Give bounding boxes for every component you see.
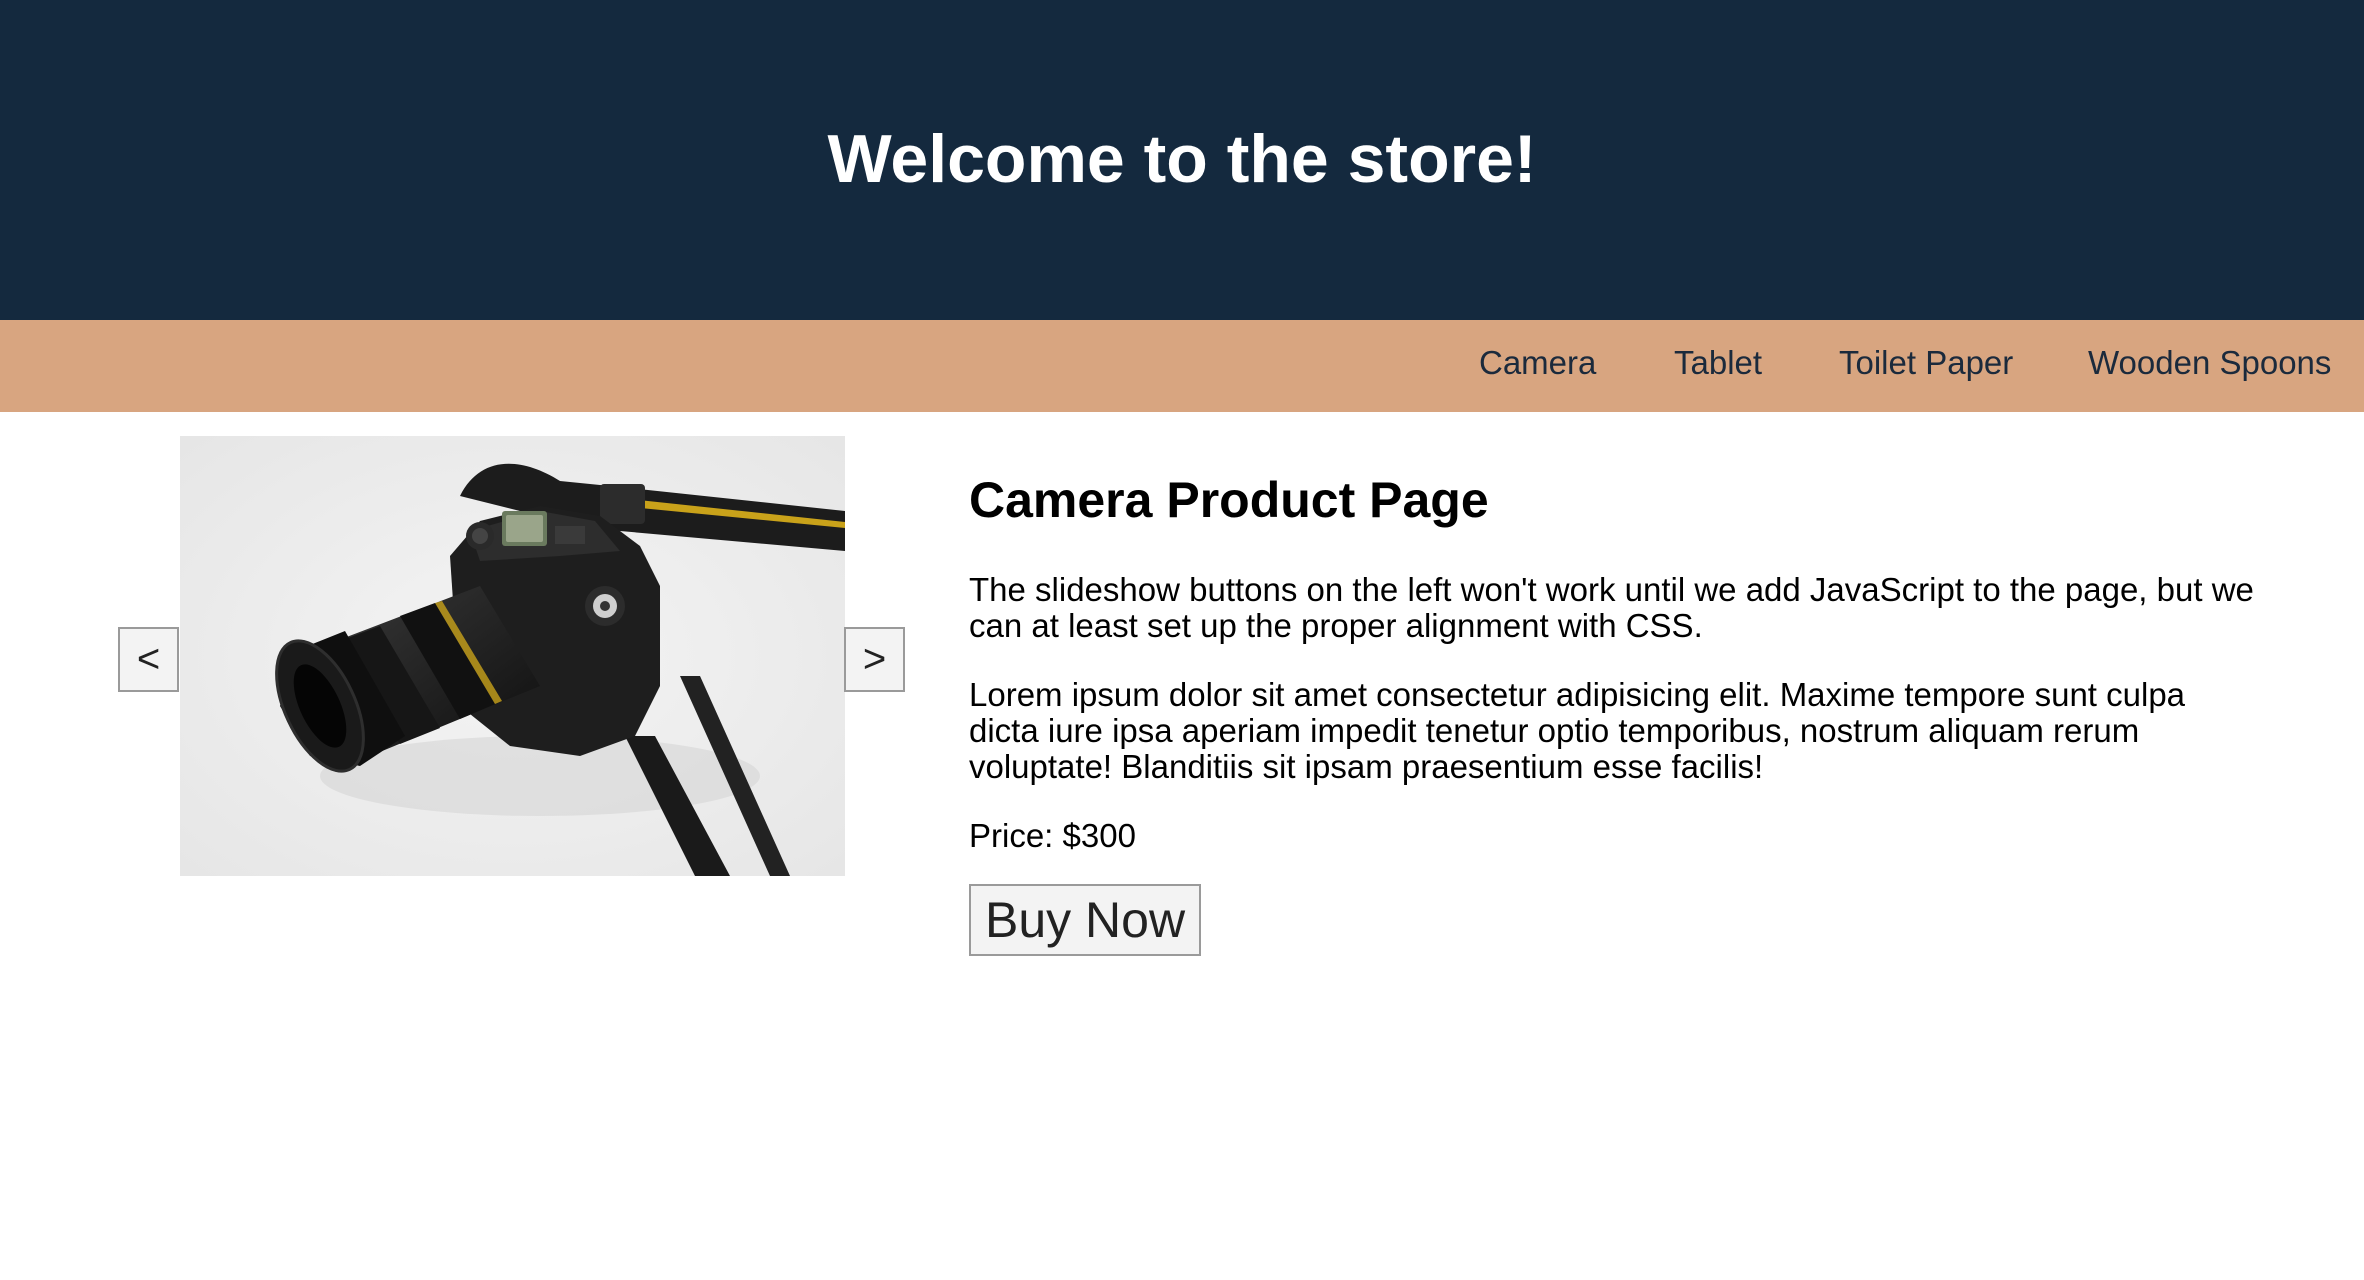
nav-link-tablet[interactable]: Tablet bbox=[1674, 342, 1762, 385]
product-price: Price: $300 bbox=[969, 817, 1136, 854]
product-description-1: The slideshow buttons on the left won't … bbox=[969, 571, 2254, 644]
slideshow-next-button[interactable]: > bbox=[844, 627, 905, 692]
nav-link-camera[interactable]: Camera bbox=[1479, 342, 1596, 385]
buy-now-button[interactable]: Buy Now bbox=[969, 884, 1202, 956]
main-nav: Camera Tablet Toilet Paper Wooden Spoons bbox=[0, 320, 2364, 412]
product-content: Camera Product Page The slideshow button… bbox=[969, 470, 2259, 956]
slideshow-prev-button[interactable]: < bbox=[118, 627, 179, 692]
product-image bbox=[180, 436, 845, 876]
page-title: Welcome to the store! bbox=[827, 121, 1537, 197]
nav-link-wooden-spoons[interactable]: Wooden Spoons bbox=[2088, 342, 2331, 385]
site-header: Welcome to the store! bbox=[0, 0, 2364, 320]
camera-photo bbox=[180, 436, 845, 876]
product-title: Camera Product Page bbox=[969, 472, 1489, 528]
nav-link-toilet-paper[interactable]: Toilet Paper bbox=[1839, 342, 2013, 385]
product-description-2: Lorem ipsum dolor sit amet consectetur a… bbox=[969, 676, 2186, 785]
